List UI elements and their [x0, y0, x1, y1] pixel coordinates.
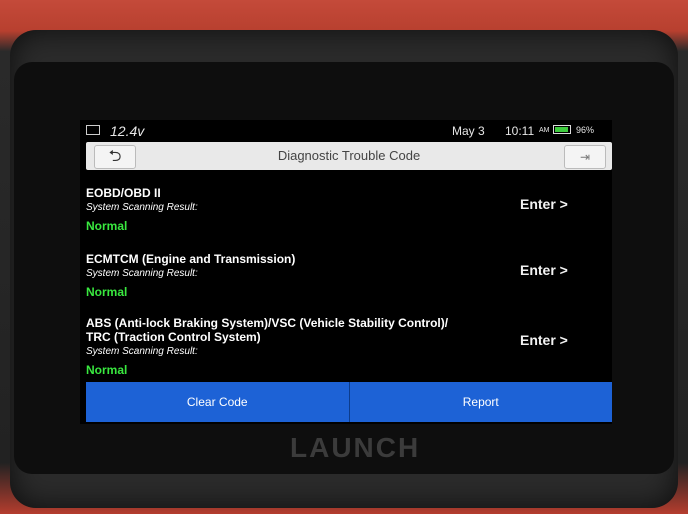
status-ampm: AM — [539, 127, 550, 134]
clear-code-button[interactable]: Clear Code — [86, 382, 349, 422]
report-button[interactable]: Report — [348, 382, 612, 422]
status-badge: Normal — [86, 219, 128, 233]
status-date: May 3 — [452, 124, 485, 138]
exit-icon: ⇥ — [579, 150, 591, 164]
page-title: Diagnostic Trouble Code — [277, 148, 421, 163]
bottom-action-bar: Clear Code Report — [86, 382, 612, 422]
battery-percent: 96% — [576, 125, 595, 135]
exit-button[interactable]: ⇥ — [564, 145, 606, 169]
system-name-line1: ABS (Anti-lock Braking System)/VSC (Vehi… — [86, 316, 449, 330]
enter-button[interactable]: Enter > — [520, 332, 568, 348]
battery-icon — [553, 125, 571, 134]
status-badge: Normal — [86, 363, 128, 377]
car-battery-icon — [86, 125, 100, 135]
status-bar: 12.4v May 3 10:11 AM 96% — [80, 120, 612, 142]
system-row-obd[interactable]: EOBD/OBD II System Scanning Result: Norm… — [86, 186, 612, 233]
enter-button[interactable]: Enter > — [520, 196, 568, 212]
brand-logo: LAUNCH — [290, 432, 421, 463]
battery-level — [555, 127, 569, 132]
status-badge: Normal — [86, 285, 128, 299]
system-row-ecm-tcm[interactable]: ECMTCM (Engine and Transmission) System … — [86, 252, 612, 299]
voltage-readout: 12.4v — [110, 123, 145, 139]
screen: 12.4v May 3 10:11 AM 96% ⮌ Diagnostic Tr… — [80, 120, 612, 424]
enter-button[interactable]: Enter > — [520, 262, 568, 278]
title-bar: ⮌ Diagnostic Trouble Code ⇥ — [86, 142, 612, 170]
status-time: 10:11 — [505, 124, 535, 138]
system-row-abs-vsc-trc[interactable]: ABS (Anti-lock Braking System)/VSC (Vehi… — [86, 316, 612, 377]
